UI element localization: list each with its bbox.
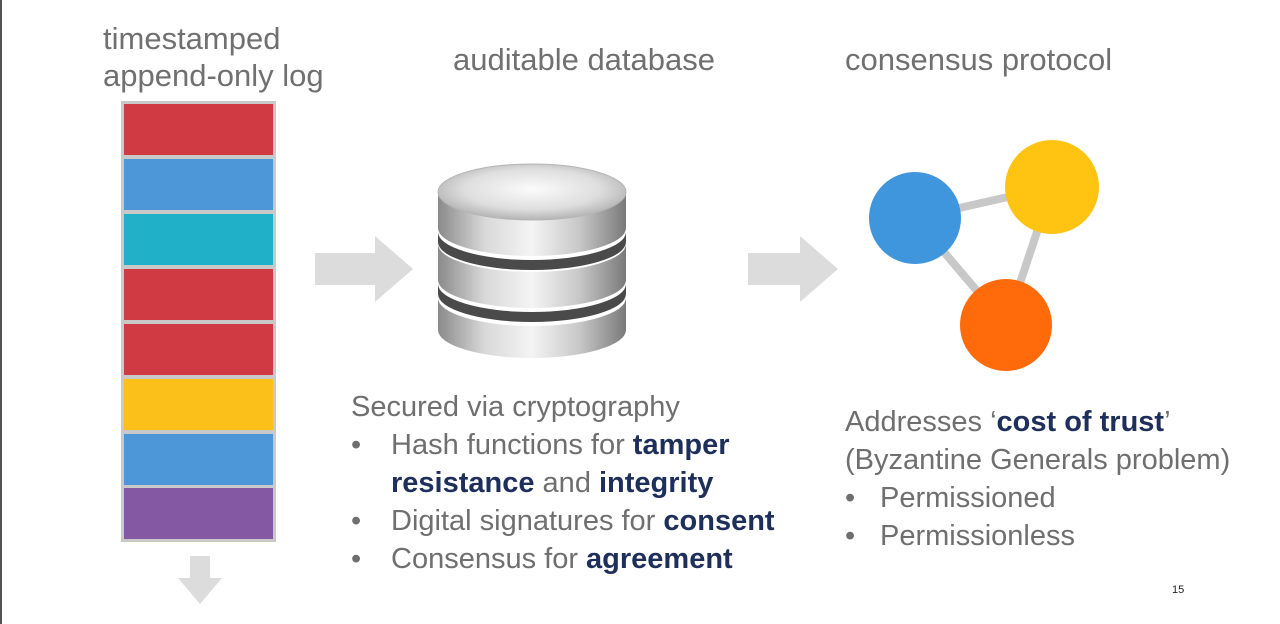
emphasis-text: integrity	[599, 467, 714, 499]
slide: timestamped append-only log auditable da…	[0, 0, 1280, 624]
bullet-text: Permissionless	[880, 520, 1075, 552]
log-block	[124, 324, 273, 375]
consensus-description: Addresses ‘cost of trust’ (Byzantine Gen…	[845, 403, 1230, 555]
log-block	[124, 379, 273, 430]
bullet-glyph: •	[351, 543, 362, 575]
bullet-text: Hash functions for	[391, 429, 633, 461]
emphasis-text: tamper	[632, 429, 730, 461]
consensus-subtitle: (Byzantine Generals problem)	[845, 444, 1231, 476]
log-block	[124, 488, 273, 539]
database-description: Secured via cryptography • Hash function…	[351, 388, 775, 578]
bullet-glyph: •	[845, 482, 856, 514]
bullet-glyph: •	[351, 505, 362, 537]
bullet-glyph: •	[351, 429, 362, 461]
log-block	[124, 104, 273, 155]
database-intro: Secured via cryptography	[351, 391, 680, 423]
bullet-text: and	[534, 467, 599, 499]
bullet-item: • Consensus for agreement	[351, 540, 775, 578]
log-heading-line2: append-only log	[103, 58, 324, 93]
log-block	[124, 159, 273, 210]
consensus-heading: consensus protocol	[845, 42, 1113, 77]
page-number: 15	[1172, 584, 1185, 596]
emphasis-text: consent	[663, 505, 775, 537]
arrow-down-icon	[178, 556, 222, 604]
emphasis-text: resistance	[391, 467, 535, 499]
network-node-blue	[869, 172, 961, 264]
left-border	[0, 0, 2, 624]
bullet-continuation: resistance and integrity	[351, 464, 775, 502]
consensus-intro-post: ’	[1164, 406, 1171, 438]
consensus-intro: Addresses ‘cost of trust’	[845, 403, 1230, 441]
bullet-text: Permissioned	[880, 482, 1056, 514]
log-stack	[121, 101, 276, 542]
network-node-yellow	[1005, 140, 1099, 234]
log-block	[124, 214, 273, 265]
log-heading: timestamped append-only log	[103, 20, 324, 94]
log-heading-line1: timestamped	[103, 21, 281, 56]
bullet-text: Digital signatures for	[391, 505, 664, 537]
consensus-intro-pre: Addresses ‘	[845, 406, 997, 438]
database-heading: auditable database	[453, 42, 716, 77]
bullet-item: • Permissionless	[845, 517, 1230, 555]
database-icon	[437, 163, 627, 358]
log-block	[124, 434, 273, 485]
arrow-right-icon	[748, 236, 838, 302]
bullet-item: • Hash functions for tamper	[351, 426, 775, 464]
bullet-glyph: •	[845, 520, 856, 552]
network-node-orange	[960, 279, 1052, 371]
log-block	[124, 269, 273, 320]
bullet-item: • Digital signatures for consent	[351, 502, 775, 540]
emphasis-text: agreement	[586, 543, 733, 575]
arrow-right-icon	[315, 236, 413, 302]
emphasis-text: cost of trust	[996, 406, 1165, 438]
bullet-item: • Permissioned	[845, 479, 1230, 517]
bullet-text: Consensus for	[391, 543, 587, 575]
network-nodes-icon	[869, 140, 1099, 371]
